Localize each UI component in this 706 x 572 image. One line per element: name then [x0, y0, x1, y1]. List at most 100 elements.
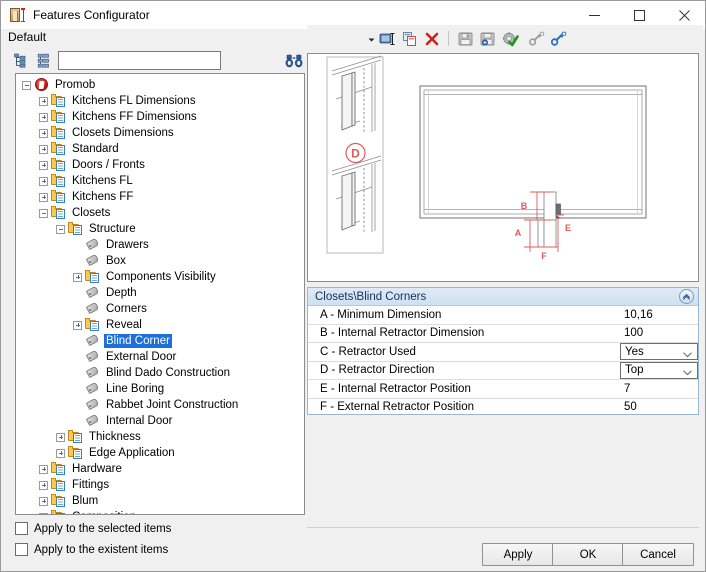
tree-expand-plus-icon[interactable]: [39, 129, 48, 138]
folder-icon: [68, 222, 84, 236]
tree-item[interactable]: Blum: [16, 493, 304, 509]
binoculars-icon[interactable]: [285, 52, 303, 69]
key-blue-icon[interactable]: [548, 29, 570, 49]
tree-item[interactable]: Components Visibility: [16, 269, 304, 285]
property-value-text[interactable]: 100: [620, 325, 698, 343]
key-grey-icon[interactable]: [526, 29, 548, 49]
tree-expand-plus-icon[interactable]: [39, 481, 48, 490]
tree-item[interactable]: Box: [16, 253, 304, 269]
tree-expand-plus-icon[interactable]: [39, 113, 48, 122]
tree-expand-plus-icon[interactable]: [56, 449, 65, 458]
tree-expand-plus-icon[interactable]: [39, 465, 48, 474]
tree-collapse-minus-icon[interactable]: [56, 225, 65, 234]
tree-item-label: Line Boring: [104, 382, 166, 396]
tree-item[interactable]: Kitchens FF Dimensions: [16, 109, 304, 125]
tree-item-label: Standard: [70, 142, 121, 156]
ok-button[interactable]: OK: [552, 543, 624, 566]
floppy-disk-blue-icon[interactable]: [477, 29, 499, 49]
tree-item[interactable]: Hardware: [16, 461, 304, 477]
delete-x-icon[interactable]: [421, 29, 443, 49]
tag-icon: [85, 382, 101, 396]
property-value-dropdown[interactable]: Yes: [620, 343, 698, 360]
tree-expand-icon[interactable]: [11, 51, 31, 71]
apply-to-existent-items-checkbox[interactable]: [15, 543, 28, 556]
tree-expand-plus-icon[interactable]: [39, 97, 48, 106]
folder-icon: [51, 158, 67, 172]
property-grid: Closets\Blind Corners A - Minimum Dimens…: [307, 287, 699, 415]
tree-item[interactable]: Closets: [16, 205, 304, 221]
property-rows: A - Minimum Dimension10,16B - Internal R…: [308, 306, 698, 416]
copy-icon[interactable]: [399, 29, 421, 49]
tree-item[interactable]: Fittings: [16, 477, 304, 493]
tree-item[interactable]: Structure: [16, 221, 304, 237]
dropdown-arrow-icon[interactable]: [365, 29, 377, 49]
apply-button[interactable]: Apply: [482, 543, 554, 566]
apply-to-existent-items-checkbox-row[interactable]: Apply to the existent items: [15, 543, 168, 556]
folder-icon: [51, 142, 67, 156]
property-row[interactable]: B - Internal Retractor Dimension100: [308, 325, 698, 344]
tree-item[interactable]: Corners: [16, 301, 304, 317]
tree-expand-plus-icon[interactable]: [56, 433, 65, 442]
cancel-button[interactable]: Cancel: [622, 543, 694, 566]
tree-item-label: Corners: [104, 302, 149, 316]
tree-item-label: Kitchens FL: [70, 174, 135, 188]
tree-item[interactable]: Kitchens FF: [16, 189, 304, 205]
tree-item[interactable]: Blind Corner: [16, 333, 304, 349]
property-row[interactable]: C - Retractor UsedYes: [308, 343, 698, 362]
tree-item[interactable]: Drawers: [16, 237, 304, 253]
property-value-text[interactable]: 10,16: [620, 306, 698, 324]
tree-expand-plus-icon[interactable]: [39, 513, 48, 516]
tree-item[interactable]: Edge Application: [16, 445, 304, 461]
tree-expand-plus-icon[interactable]: [39, 161, 48, 170]
property-row[interactable]: A - Minimum Dimension10,16: [308, 306, 698, 325]
tree-item[interactable]: Depth: [16, 285, 304, 301]
green-check-gear-icon[interactable]: [499, 29, 521, 49]
folder-icon: [51, 494, 67, 508]
folder-icon: [51, 174, 67, 188]
property-row[interactable]: D - Retractor DirectionTop: [308, 362, 698, 381]
tree-item[interactable]: Reveal: [16, 317, 304, 333]
tree-expand-plus-icon[interactable]: [39, 193, 48, 202]
tree-item-label: Promob: [53, 78, 97, 92]
tree-expand-plus-icon[interactable]: [39, 177, 48, 186]
tree-collapse-minus-icon[interactable]: [39, 209, 48, 218]
tree-collapse-minus-icon[interactable]: [22, 81, 31, 90]
folder-icon: [85, 270, 101, 284]
property-value-text[interactable]: 7: [620, 380, 698, 398]
rename-icon[interactable]: [377, 29, 399, 49]
apply-to-selected-items-checkbox[interactable]: [15, 522, 28, 535]
property-row[interactable]: F - External Retractor Position50: [308, 399, 698, 417]
tree-item[interactable]: Kitchens FL Dimensions: [16, 93, 304, 109]
folder-icon: [51, 126, 67, 140]
tree-list-icon[interactable]: [35, 51, 55, 71]
tree-expand-plus-icon[interactable]: [39, 497, 48, 506]
tree-item[interactable]: Internal Door: [16, 413, 304, 429]
tree-item[interactable]: External Door: [16, 349, 304, 365]
tree-item[interactable]: Promob: [16, 77, 304, 93]
search-input[interactable]: [58, 51, 221, 70]
chevron-down-icon[interactable]: [683, 349, 692, 355]
tree-item[interactable]: Standard: [16, 141, 304, 157]
dimension-label-e: E: [565, 223, 571, 233]
feature-tree-panel[interactable]: PromobKitchens FL DimensionsKitchens FF …: [15, 73, 305, 515]
property-row[interactable]: E - Internal Retractor Position7: [308, 380, 698, 399]
tree-item-label: Hardware: [70, 462, 124, 476]
apply-to-selected-items-checkbox-row[interactable]: Apply to the selected items: [15, 522, 171, 535]
tree-expand-plus-icon[interactable]: [73, 321, 82, 330]
tree-item[interactable]: Blind Dado Construction: [16, 365, 304, 381]
tree-item[interactable]: Rabbet Joint Construction: [16, 397, 304, 413]
tree-expand-plus-icon[interactable]: [39, 145, 48, 154]
floppy-disk-icon[interactable]: [455, 29, 477, 49]
tree-item[interactable]: Kitchens FL: [16, 173, 304, 189]
chevron-down-icon[interactable]: [683, 367, 692, 373]
property-value-text[interactable]: 50: [620, 399, 698, 417]
collapse-chevron-icon[interactable]: [679, 289, 694, 304]
tree-item[interactable]: Thickness: [16, 429, 304, 445]
tree-item[interactable]: Doors / Fronts: [16, 157, 304, 173]
tree-item[interactable]: Composition: [16, 509, 304, 515]
tree-item[interactable]: Closets Dimensions: [16, 125, 304, 141]
property-name: F - External Retractor Position: [308, 401, 620, 413]
tree-item[interactable]: Line Boring: [16, 381, 304, 397]
tree-expand-plus-icon[interactable]: [73, 273, 82, 282]
property-value-dropdown[interactable]: Top: [620, 362, 698, 379]
